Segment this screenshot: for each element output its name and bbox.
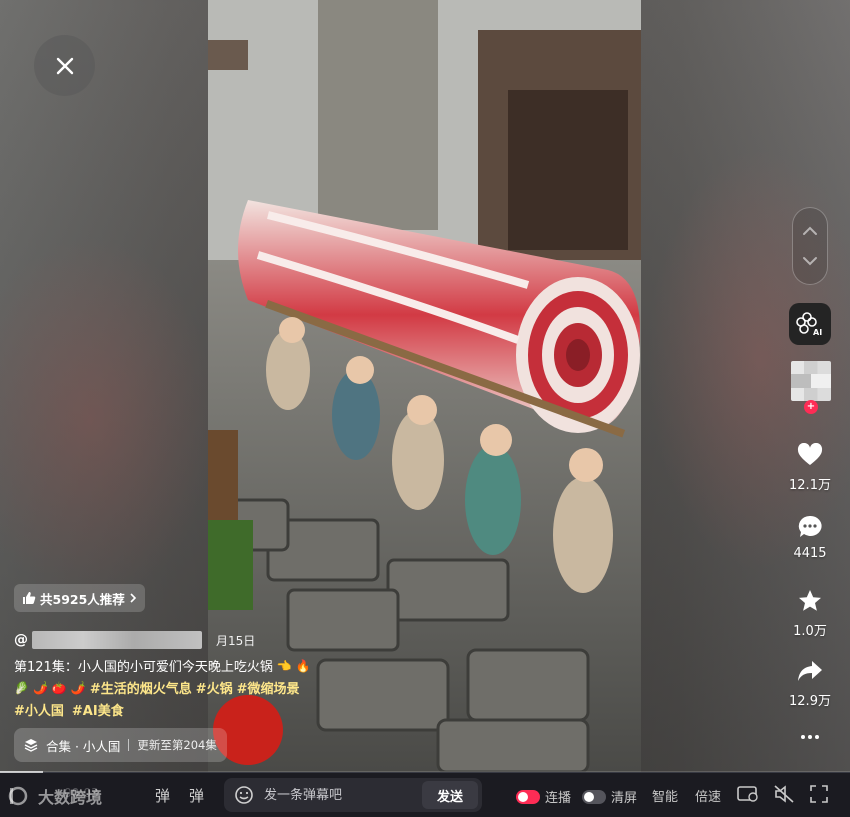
follow-button[interactable]: + xyxy=(804,400,818,414)
comment-button[interactable]: 4415 xyxy=(780,512,840,561)
send-button[interactable]: 发送 xyxy=(422,781,478,809)
star-icon xyxy=(799,590,821,611)
video-title-line: 第121集：小人国的小可爱们今天晚上吃火锅 👈 🔥 xyxy=(14,656,311,676)
ai-button[interactable]: AI xyxy=(789,303,831,345)
volume-mute-icon xyxy=(774,785,794,803)
quality-button[interactable]: 智能 xyxy=(652,786,678,805)
follow-plus: + xyxy=(806,401,816,412)
emoji-icon[interactable] xyxy=(234,785,254,805)
ai-label: AI xyxy=(813,328,822,337)
autoplay-switch xyxy=(516,789,540,804)
chevron-down-icon xyxy=(803,257,817,266)
clear-screen-toggle[interactable]: 清屏 xyxy=(582,787,637,806)
next-video-button[interactable] xyxy=(802,256,818,266)
hashtag[interactable]: #火锅 xyxy=(196,678,233,697)
previous-video-button[interactable] xyxy=(802,226,818,236)
video-title: 第121集：小人国的小可爱们今天晚上吃火锅 xyxy=(14,660,273,675)
clear-screen-switch xyxy=(582,789,606,804)
hashtags-line-2: #小人国 #AI美食 xyxy=(14,700,124,719)
chevron-up-icon xyxy=(803,226,817,235)
layers-icon xyxy=(24,739,38,752)
vegetable-emoji-icon: 🥬 xyxy=(14,680,29,695)
hashtag[interactable]: #微缩场景 xyxy=(237,678,300,697)
more-icon xyxy=(801,735,819,739)
pointing-hand-emoji-icon: 👈 xyxy=(276,658,292,673)
picture-in-picture-icon xyxy=(737,786,758,802)
hashtag[interactable]: #生活的烟火气息 xyxy=(90,678,192,697)
comment-count: 4415 xyxy=(793,546,827,561)
collection-chip[interactable]: 合集 · 小人国 更新至第204集 xyxy=(14,728,227,762)
share-icon xyxy=(798,661,822,681)
divider xyxy=(128,739,130,751)
chevron-right-icon xyxy=(130,593,136,603)
collection-label: 合集 · 小人国 xyxy=(46,738,121,754)
comment-icon xyxy=(798,515,822,537)
hashtag[interactable]: #AI美食 xyxy=(72,700,124,719)
author-name-masked[interactable] xyxy=(32,631,202,649)
hashtag[interactable]: #小人国 xyxy=(14,700,64,719)
recommend-chip[interactable]: 共5925人推荐 xyxy=(14,584,145,612)
collection-update: 更新至第204集 xyxy=(137,738,217,752)
tomato-emoji-icon: 🍅 xyxy=(51,680,67,695)
danmu-settings-button[interactable]: 弹 xyxy=(189,785,204,806)
clear-screen-label: 清屏 xyxy=(611,791,638,806)
pip-button[interactable] xyxy=(737,785,759,803)
share-count: 12.9万 xyxy=(789,694,831,709)
fullscreen-icon xyxy=(810,785,828,803)
favorite-count: 1.0万 xyxy=(793,624,827,639)
recommend-label: 共5925人推荐 xyxy=(40,591,125,607)
hashtags-line-1: 🥬 🌶️ 🍅 🌶️ #生活的烟火气息 #火锅 #微缩场景 xyxy=(14,678,300,698)
autoplay-toggle[interactable]: 连播 xyxy=(516,787,571,806)
danmu-input[interactable] xyxy=(264,787,414,803)
danmu-input-box: 发送 xyxy=(224,778,482,812)
video-nav-pill xyxy=(792,207,828,285)
author-avatar[interactable] xyxy=(791,361,831,401)
fire-emoji-icon: 🔥 xyxy=(295,658,311,673)
speed-button[interactable]: 倍速 xyxy=(695,786,721,805)
favorite-button[interactable]: 1.0万 xyxy=(780,586,840,639)
timecode: 00:03 xyxy=(64,786,99,800)
chili-emoji-icon: 🌶️ xyxy=(70,680,86,695)
author-row[interactable]: @ 月15日 xyxy=(14,630,255,650)
share-button[interactable]: 12.9万 xyxy=(780,656,840,709)
autoplay-label: 连播 xyxy=(545,791,572,806)
like-count: 12.1万 xyxy=(789,478,831,493)
thumbs-up-icon xyxy=(23,592,36,604)
author-at: @ xyxy=(14,632,28,648)
close-button[interactable] xyxy=(34,35,95,96)
close-icon xyxy=(56,57,73,74)
mute-button[interactable] xyxy=(773,785,795,803)
danmu-toggle-button[interactable]: 弹 xyxy=(155,785,170,806)
pepper-emoji-icon: 🌶️ xyxy=(32,680,48,695)
fullscreen-button[interactable] xyxy=(808,785,830,803)
ai-flower-icon: AI xyxy=(796,312,822,337)
heart-icon xyxy=(797,443,823,465)
more-button[interactable] xyxy=(797,727,823,747)
watermark-logo-icon xyxy=(8,786,28,806)
publish-date: 月15日 xyxy=(216,633,256,648)
like-button[interactable]: 12.1万 xyxy=(780,440,840,493)
